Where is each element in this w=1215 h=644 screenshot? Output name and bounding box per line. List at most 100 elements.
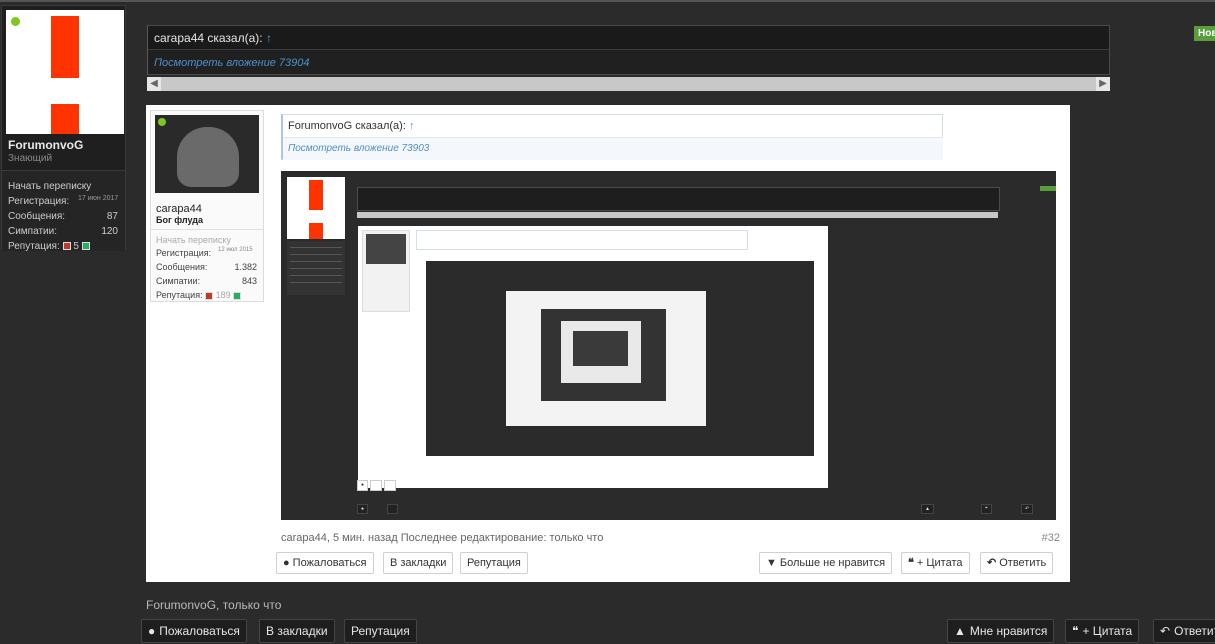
reputation-plus-icon[interactable] [81, 242, 90, 251]
light-attachment-link[interactable]: Посмотреть вложение 73903 [288, 143, 429, 154]
post-meta: carapa44, 5 мин. назад Последнее редакти… [281, 532, 604, 544]
nested-bottom-btn: ▲ [921, 504, 934, 514]
username[interactable]: ForumonvoG [8, 138, 83, 152]
nested-user-info [287, 241, 345, 295]
reputation-label: Репутация [467, 557, 521, 569]
new-badge[interactable]: Нов [1194, 26, 1215, 41]
registration-value: 17 июн 2017 [78, 195, 119, 202]
post-likes-label: Симпатии: [156, 276, 201, 286]
nested-logo-top [309, 180, 323, 210]
nested-dark-area [426, 261, 814, 456]
post-start-conversation[interactable]: Начать переписку [156, 235, 259, 245]
bookmark-button[interactable]: В закладки [383, 552, 454, 574]
nested-btn: ● [357, 480, 369, 491]
start-conversation-link[interactable]: Начать переписку [8, 181, 122, 192]
post-reputation-label: Репутация: [156, 290, 203, 300]
quote-icon: ❝ [908, 557, 914, 569]
alert-circle-icon: ● [148, 624, 156, 638]
nested-badge [1040, 186, 1056, 191]
quote-icon: ❝ [1072, 624, 1079, 638]
alert-circle-icon: ● [283, 557, 290, 569]
reputation-value: 5 [73, 241, 79, 252]
bottom-reply-label: Ответить [1174, 624, 1215, 638]
avatar[interactable] [6, 10, 124, 134]
nested-logo-bottom [309, 223, 323, 239]
user-card: ForumonvoG Знающий Начать переписку Реги… [1, 5, 126, 252]
nested-action-bar: ● [357, 473, 835, 491]
user-info: Начать переписку Регистрация: 17 июн 201… [2, 170, 125, 252]
post-posts-value[interactable]: 1.382 [234, 262, 257, 272]
post-posts-row: Сообщения: 1.382 [156, 262, 259, 272]
attached-screenshot[interactable]: carapa44 Бог флуда Начать переписку Реги… [146, 105, 1070, 582]
quote-label: + Цитата [916, 557, 963, 569]
nested-bottom-btn: ❝ [981, 504, 992, 514]
likes-value: 120 [101, 226, 118, 237]
bottom-quote-button[interactable]: ❝ + Цитата [1065, 619, 1140, 643]
bottom-bookmark-button[interactable]: В закладки [259, 619, 335, 643]
nested-screenshot[interactable]: ● ● ▲ ❝ ↶ [281, 171, 1056, 520]
bottom-report-button[interactable]: ● Пожаловаться [141, 619, 247, 643]
nested-post-card [362, 230, 410, 312]
light-quote-header: ForumonvoG сказал(а): ↑ [288, 120, 414, 132]
scroll-left-icon[interactable]: ◀ [147, 77, 161, 91]
post-avatar[interactable] [155, 115, 259, 193]
light-quote-body: Посмотреть вложение 73903 [283, 137, 943, 160]
nested-avatar [287, 177, 345, 239]
quote-button[interactable]: ❝ + Цитата [901, 552, 970, 574]
post-user-title: Бог флуда [156, 215, 203, 225]
bottom-reputation-button[interactable]: Репутация [344, 619, 417, 643]
report-button[interactable]: ● Пожаловаться [276, 552, 374, 574]
light-quote-jump-icon[interactable]: ↑ [409, 120, 415, 132]
post-posts-label: Сообщения: [156, 262, 208, 272]
scroll-right-icon[interactable]: ▶ [1096, 77, 1110, 91]
nested-btn [370, 480, 383, 491]
bottom-post-meta: ForumonvoG, только что [146, 598, 282, 612]
nested-post-avatar [366, 234, 406, 264]
nested-bottom-btn: ● [357, 504, 369, 514]
nested-bottom-btn [387, 504, 398, 514]
top-divider [0, 0, 1215, 2]
card-divider [151, 229, 263, 230]
reply-button[interactable]: ↶ Ответить [980, 552, 1054, 574]
light-quote: ForumonvoG сказал(а): ↑ Посмотреть вложе… [281, 114, 943, 160]
avatar-logo-top [51, 16, 79, 78]
dark-quote: carapa44 сказал(а): ↑ Посмотреть вложени… [147, 25, 1110, 75]
bottom-like-button[interactable]: ▲ Мне нравится [947, 619, 1055, 643]
nested-quote [357, 187, 1000, 211]
nested-bottom-btn: ↶ [1021, 504, 1034, 514]
nested-btn [384, 480, 397, 491]
quote-jump-icon[interactable]: ↑ [266, 31, 272, 45]
user-title: Знающий [8, 153, 53, 164]
likes-label: Симпатии: [8, 226, 57, 237]
posts-value[interactable]: 87 [107, 211, 118, 222]
post-likes-value: 843 [241, 276, 257, 286]
unlike-button[interactable]: ▼ Больше не нравится [759, 552, 893, 574]
reputation-button[interactable]: Репутация [460, 552, 528, 574]
reputation-minus-icon[interactable] [62, 242, 71, 251]
post-registration-value: 12 июл 2015 [218, 247, 253, 253]
post-reputation-plus-icon[interactable] [233, 291, 242, 300]
bottom-quote-label: + Цитата [1082, 624, 1133, 638]
nested-post [358, 226, 828, 488]
bottom-reply-button[interactable]: ↶Ответить [1153, 619, 1215, 643]
post-reputation-value: 189 [215, 290, 231, 300]
light-quote-author: ForumonvoG сказал(а): [288, 120, 406, 132]
nested-white-area-2 [561, 321, 641, 383]
nested-dark-area-2 [541, 309, 666, 401]
post-online-status-icon [158, 118, 166, 126]
horizontal-scrollbar[interactable]: ◀ ▶ [147, 77, 1110, 91]
nested-dark-area-3 [573, 331, 628, 366]
registration-label: Регистрация: [8, 196, 70, 207]
online-status-icon [11, 17, 20, 26]
posts-label: Сообщения: [8, 211, 66, 222]
thumbs-up-icon: ▲ [954, 624, 966, 638]
post-reputation-minus-icon[interactable] [205, 291, 214, 300]
posts-row: Сообщения: 87 [8, 211, 122, 222]
post-number[interactable]: #32 [1042, 532, 1060, 544]
post-username[interactable]: carapa44 [156, 203, 202, 215]
nested-post-quote [416, 230, 748, 250]
registration-row: Регистрация: 17 июн 2017 [8, 195, 122, 207]
thumbs-down-icon: ▼ [766, 557, 777, 569]
nested-scrollbar [357, 212, 998, 218]
attachment-link[interactable]: Посмотреть вложение 73904 [154, 57, 309, 69]
